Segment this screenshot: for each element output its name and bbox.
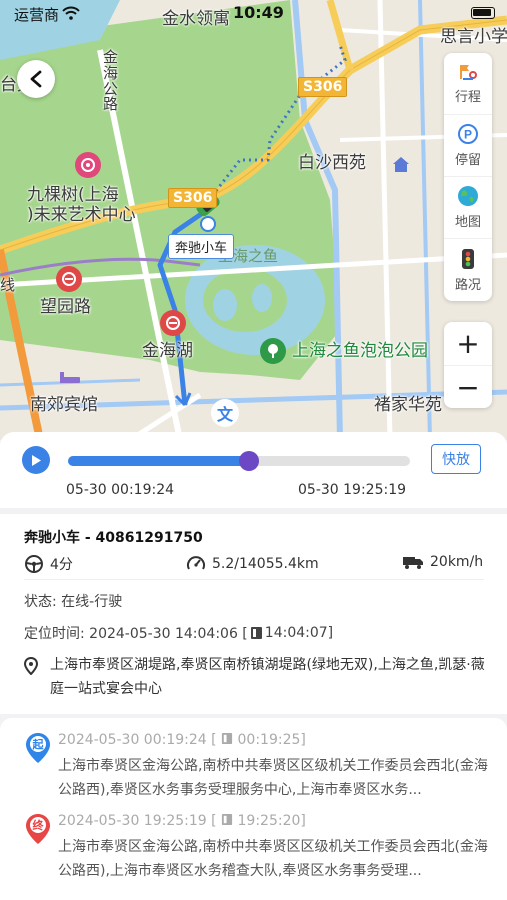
mileage-value: 5.2/14055.4km <box>212 556 319 572</box>
playback-slider-thumb[interactable] <box>239 451 260 471</box>
speed-stat: 20km/h <box>402 554 483 570</box>
tool-stay-label: 停留 <box>454 153 481 168</box>
start-time-row: 2024-05-30 00:19:24 [ 00:19:25] <box>58 732 306 748</box>
hotel-icon <box>57 365 83 391</box>
map-label-nanjiao: 南郊宾馆 <box>30 395 98 415</box>
tool-traffic[interactable]: 路况 <box>444 239 492 301</box>
trip-timeline: 起 2024-05-30 00:19:24 [ 00:19:25] 上海市奉贤区… <box>0 718 507 900</box>
steering-wheel-icon <box>25 555 43 573</box>
playback-progress-fill <box>68 456 250 466</box>
speed-value: 20km/h <box>430 554 484 570</box>
tool-map-type[interactable]: 地图 <box>444 177 492 239</box>
map-label-jinhai-road: 金海 公路 <box>103 48 119 114</box>
start-pin-label: 起 <box>32 737 45 751</box>
back-button[interactable] <box>17 60 55 98</box>
road-badge-s306: S306 <box>168 188 218 208</box>
carrier-name: 运营商 <box>14 6 60 24</box>
tool-trip[interactable]: 行程 <box>444 53 492 115</box>
duration-stat: 4分 <box>24 554 73 574</box>
map-label-jinhaihu: 金海湖 <box>142 341 193 361</box>
divider <box>24 579 484 580</box>
park-icon <box>260 338 286 364</box>
start-time: 2024-05-30 00:19:24 [ <box>58 732 217 748</box>
metro-icon <box>56 266 82 292</box>
location-time: 定位时间: 2024-05-30 14:04:06 [ <box>24 626 248 642</box>
gps-device-icon <box>250 627 262 639</box>
duration-value: 4分 <box>50 557 73 573</box>
tool-map-type-label: 地图 <box>454 215 481 230</box>
tool-trip-label: 行程 <box>454 90 481 105</box>
art-center-icon <box>75 152 101 178</box>
vehicle-title: 奔驰小车 - 40861291750 <box>24 530 203 546</box>
svg-text:P: P <box>464 128 472 142</box>
gps-device-icon <box>221 813 233 826</box>
trip-icon <box>460 65 477 80</box>
vehicle-address: 上海市奉贤区湖堤路,奉贤区南桥镇湖堤路(绿地无双),上海之鱼,凯瑟·薇庭一站式宴… <box>50 657 485 697</box>
mileage-stat: 5.2/14055.4km <box>186 554 319 574</box>
battery-icon <box>471 7 495 19</box>
end-pin-icon: 终 <box>26 814 50 844</box>
truck-icon <box>403 557 423 569</box>
location-time-row: 定位时间: 2024-05-30 14:04:06 [ 14:04:07] <box>24 623 333 643</box>
map-label-wangyuan: 望园路 <box>40 297 91 317</box>
tool-traffic-label: 路况 <box>454 277 481 293</box>
vehicle-address-row: 上海市奉贤区湖堤路,奉贤区南桥镇湖堤路(绿地无双),上海之鱼,凯瑟·薇庭一站式宴… <box>24 653 494 701</box>
map-label-chujia: 褚家华苑 <box>374 395 442 415</box>
end-pin-label: 终 <box>33 818 45 832</box>
map-label-jiukeshu: 九棵树(上海 )未来艺术中心 <box>27 185 136 225</box>
map-tool-panel: 行程 P 停留 地图 路况 <box>444 53 492 301</box>
start-gps-time: 00:19:25] <box>237 732 306 748</box>
playback-card: 快放 05-30 00:19:24 05-30 19:25:19 <box>0 432 507 508</box>
timeline-end-item[interactable]: 终 2024-05-30 19:25:19 [ 19:25:20] 上海市奉贤区… <box>22 813 492 893</box>
map-label-xian: 线 <box>0 276 16 294</box>
globe-icon <box>458 186 478 206</box>
zoom-in-button[interactable]: + <box>444 322 492 365</box>
chevron-left-icon <box>30 70 42 88</box>
gps-device-icon <box>221 732 233 745</box>
end-time: 2024-05-30 19:25:19 [ <box>58 813 217 829</box>
speedometer-icon <box>187 556 205 570</box>
vehicle-map-tag[interactable]: 奔驰小车 <box>168 234 235 259</box>
status-bar: 运营商 10:49 <box>0 0 507 28</box>
playback-start-time: 05-30 00:19:24 <box>66 482 175 498</box>
map-view[interactable]: 金水领寓 思言小学 台兄阁 金海 公路 白沙西苑 九棵树(上海 )未来艺术中心 … <box>0 0 507 440</box>
parking-icon: P <box>458 124 478 144</box>
playback-end-time: 05-30 19:25:19 <box>298 482 407 498</box>
start-pin-icon: 起 <box>26 733 50 763</box>
location-pin-icon <box>24 657 38 675</box>
zoom-out-button[interactable]: − <box>444 365 492 408</box>
road-badge-s306: S306 <box>298 77 348 97</box>
wifi-icon <box>62 6 80 20</box>
tool-stay[interactable]: P 停留 <box>444 115 492 177</box>
play-icon <box>32 454 41 466</box>
map-label-siyan: 思言小学 <box>440 27 507 47</box>
start-address: 上海市奉贤区金海公路,南桥中共奉贤区区级机关工作委员会西北(金海公路西),奉贤区… <box>58 758 488 798</box>
playback-slider[interactable] <box>68 451 410 471</box>
map-label-bubble-park: 上海之鱼泡泡公园 <box>292 341 428 361</box>
fast-play-button[interactable]: 快放 <box>431 444 481 474</box>
vehicle-status: 状态: 在线-行驶 <box>24 594 123 610</box>
map-label-baisha: 白沙西苑 <box>298 153 366 173</box>
timeline-start-item[interactable]: 起 2024-05-30 00:19:24 [ 00:19:25] 上海市奉贤区… <box>22 732 492 812</box>
zoom-panel: + − <box>444 322 492 408</box>
metro-icon <box>160 310 186 336</box>
end-gps-time: 19:25:20] <box>237 813 306 829</box>
status-time: 10:49 <box>233 3 284 22</box>
location-gps-time: 14:04:07] <box>264 625 334 641</box>
traffic-light-icon <box>462 248 474 269</box>
residence-icon <box>388 151 414 177</box>
end-time-row: 2024-05-30 19:25:19 [ 19:25:20] <box>58 813 306 829</box>
school-icon: 文 <box>211 399 239 427</box>
vehicle-info-card: 奔驰小车 - 40861291750 4分 5.2/14055.4km 20km… <box>0 514 507 714</box>
end-address: 上海市奉贤区金海公路,南桥中共奉贤区区级机关工作委员会西北(金海公路西),上海市… <box>58 839 488 879</box>
play-button[interactable] <box>22 446 50 474</box>
